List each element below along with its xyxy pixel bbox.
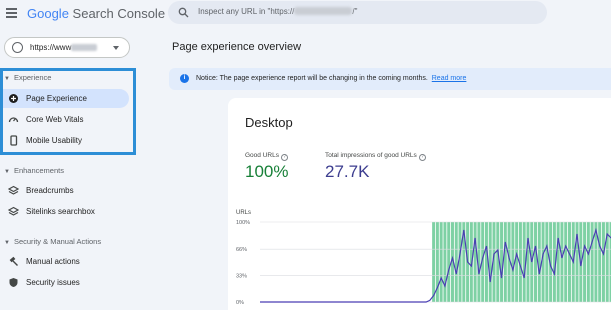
search-placeholder-suffix: /" <box>352 7 358 16</box>
sidebar-item-sitelinks-searchbox[interactable]: Sitelinks searchbox <box>3 202 129 221</box>
good-urls-bar <box>564 222 568 302</box>
brand-product: Search Console <box>72 6 166 21</box>
info-icon: i <box>180 74 189 83</box>
section-title: Enhancements <box>13 166 64 175</box>
section-title: Security & Manual Actions <box>13 237 102 246</box>
layers-icon <box>8 185 19 195</box>
notice-message: Notice: The page experience report will … <box>196 75 428 82</box>
good-urls-bar <box>443 222 447 302</box>
good-urls-bar <box>598 222 602 302</box>
sidebar-item-breadcrumbs[interactable]: Breadcrumbs <box>3 181 129 200</box>
good-urls-bar <box>534 222 538 302</box>
good-urls-bar <box>432 222 436 302</box>
good-urls-bar <box>556 222 560 302</box>
top-bar: Google Search Console Inspect any URL in… <box>0 0 611 30</box>
property-selector[interactable]: https://www <box>4 37 130 58</box>
good-urls-chart: URLs 100% 66% 33% 0% <box>236 210 611 306</box>
good-urls-bar <box>511 222 515 302</box>
menu-icon[interactable] <box>6 8 17 18</box>
good-urls-bar <box>447 222 451 302</box>
notice-banner: i Notice: The page experience report wil… <box>169 68 611 90</box>
sidebar-item-label: Security issues <box>26 278 80 287</box>
sidebar-section-security[interactable]: ▼ Security & Manual Actions <box>4 237 101 246</box>
property-url: https://www <box>30 43 98 52</box>
y-tick-label: 0% <box>236 300 244 306</box>
globe-icon <box>12 42 23 53</box>
good-urls-bar <box>473 222 477 302</box>
redacted-property <box>71 44 98 51</box>
notice-text: Notice: The page experience report will … <box>196 75 466 82</box>
layers-icon <box>8 206 19 216</box>
sidebar-item-label: Manual actions <box>26 257 80 266</box>
page-title: Page experience overview <box>172 41 302 53</box>
good-urls-value: 100% <box>245 162 289 181</box>
metric-label-text: Total impressions of good URLs <box>325 152 417 159</box>
redacted-domain <box>294 7 353 15</box>
help-icon[interactable]: ? <box>418 154 426 161</box>
desktop-card: Desktop Good URLs? 100% Total impression… <box>228 98 611 310</box>
metric-label-text: Good URLs <box>245 152 279 159</box>
good-urls-bar <box>545 222 549 302</box>
good-urls-bar <box>503 222 507 302</box>
property-url-text: https://www <box>30 43 72 52</box>
sidebar-section-enhancements[interactable]: ▼ Enhancements <box>4 166 64 175</box>
hammer-icon <box>9 256 18 266</box>
read-more-link[interactable]: Read more <box>432 75 467 82</box>
sidebar-item-manual-actions[interactable]: Manual actions <box>3 252 129 271</box>
good-urls-bar <box>454 222 458 302</box>
good-urls-bar <box>590 222 594 302</box>
good-urls-bar <box>526 222 530 302</box>
search-placeholder-prefix: Inspect any URL in "https:// <box>198 7 295 16</box>
app-logo[interactable]: Google Search Console <box>27 6 165 21</box>
good-urls-bar <box>601 222 605 302</box>
shield-icon <box>9 278 18 287</box>
y-axis-label: URLs <box>236 210 251 216</box>
total-impressions-label: Total impressions of good URLs? <box>325 152 426 161</box>
search-icon <box>178 7 189 18</box>
total-impressions-value: 27.7K <box>325 162 370 181</box>
chevron-down-icon <box>113 46 119 50</box>
chevron-down-icon: ▼ <box>4 169 10 175</box>
good-urls-bar <box>488 222 492 302</box>
y-tick-label: 33% <box>236 274 247 280</box>
sidebar-item-label: Sitelinks searchbox <box>26 207 95 216</box>
good-urls-bar <box>567 222 571 302</box>
good-urls-bar <box>583 222 587 302</box>
annotation-highlight-box <box>0 68 136 155</box>
good-urls-bar <box>484 222 488 302</box>
good-urls-bar <box>586 222 590 302</box>
y-tick-label: 66% <box>236 247 247 253</box>
good-urls-bar <box>439 222 443 302</box>
brand-google: Google <box>27 6 69 21</box>
search-placeholder: Inspect any URL in "https:// /" <box>198 7 357 16</box>
y-tick-label: 100% <box>236 220 250 226</box>
url-inspection-search[interactable]: Inspect any URL in "https:// /" <box>168 1 547 24</box>
chevron-down-icon: ▼ <box>4 240 10 246</box>
good-urls-bar <box>560 222 564 302</box>
good-urls-bar <box>515 222 519 302</box>
help-icon[interactable]: ? <box>280 154 288 161</box>
card-title: Desktop <box>245 115 293 130</box>
good-urls-label: Good URLs? <box>245 152 288 161</box>
sidebar-item-label: Breadcrumbs <box>26 186 74 195</box>
sidebar-item-security-issues[interactable]: Security issues <box>3 273 129 292</box>
